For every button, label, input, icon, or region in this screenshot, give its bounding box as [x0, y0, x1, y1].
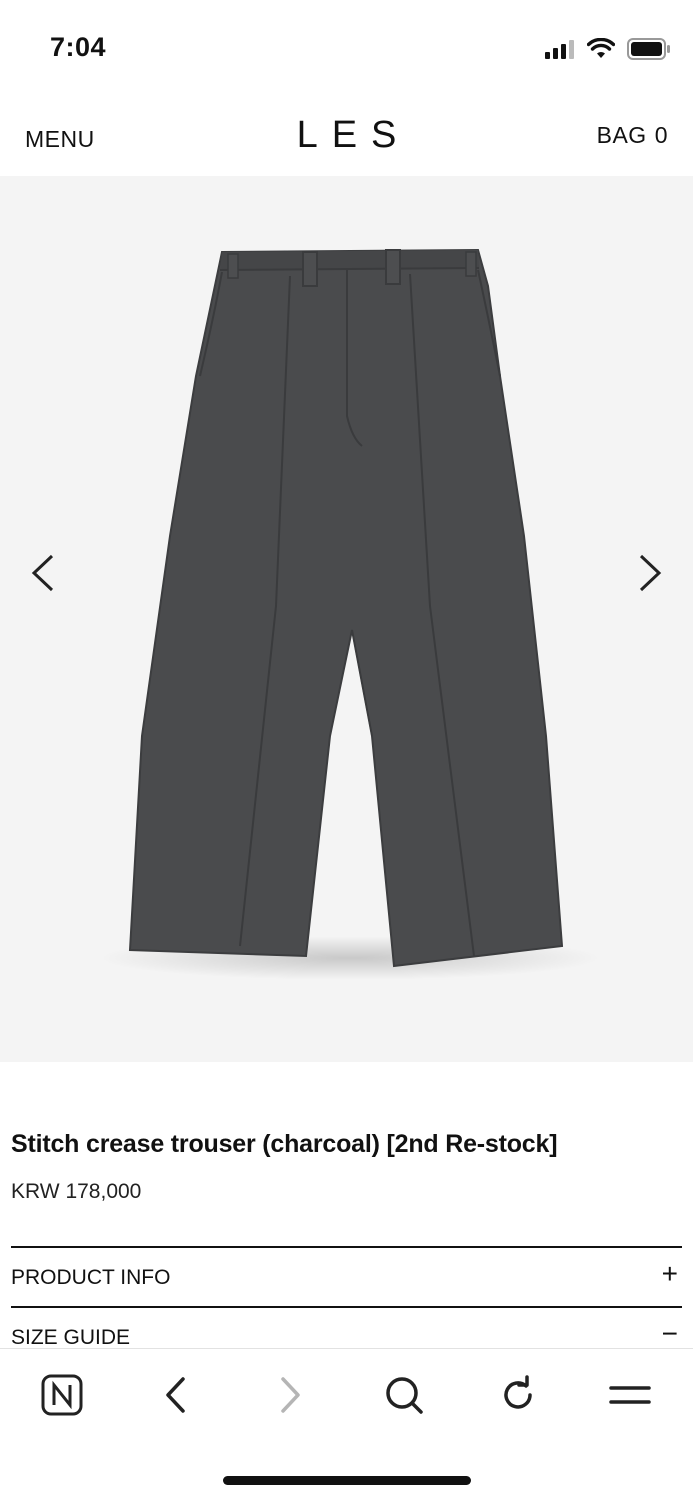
accordion-size-guide[interactable]: SIZE GUIDE − [11, 1306, 682, 1348]
naver-home-icon[interactable] [38, 1371, 86, 1419]
accordion-label: PRODUCT INFO [11, 1266, 171, 1289]
brand-logo[interactable]: LES [0, 114, 693, 157]
wifi-icon [587, 38, 615, 58]
search-icon[interactable] [380, 1371, 428, 1419]
status-icons [545, 38, 671, 60]
collapse-icon: − [661, 1318, 678, 1348]
product-title: Stitch crease trouser (charcoal) [2nd Re… [11, 1130, 558, 1158]
chevron-left-icon[interactable] [24, 548, 64, 598]
bag-label: BAG [596, 122, 647, 148]
product-image [100, 248, 600, 980]
forward-icon[interactable] [266, 1371, 314, 1419]
accordion-product-info[interactable]: PRODUCT INFO + [11, 1246, 682, 1306]
bag-button[interactable]: BAG 0 [597, 122, 668, 149]
menu-icon[interactable] [606, 1371, 654, 1419]
expand-icon: + [661, 1258, 678, 1289]
site-header: MENU LES BAG 0 [0, 100, 693, 176]
home-indicator [223, 1476, 471, 1485]
product-gallery[interactable] [0, 176, 693, 1062]
refresh-icon[interactable] [494, 1371, 542, 1419]
status-bar: 7:04 [0, 0, 693, 100]
back-icon[interactable] [152, 1371, 200, 1419]
signal-icon [545, 40, 574, 59]
bag-count: 0 [654, 122, 668, 148]
chevron-right-icon[interactable] [629, 548, 669, 598]
battery-icon [627, 38, 670, 60]
accordion-label: SIZE GUIDE [11, 1326, 131, 1348]
product-price: KRW 178,000 [11, 1180, 142, 1203]
status-time: 7:04 [50, 32, 107, 62]
